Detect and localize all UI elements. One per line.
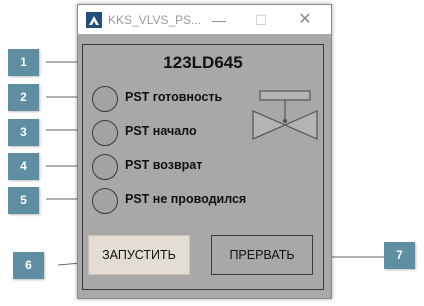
valve-panel: 123LD645 PST готовность PST начало PST в… (82, 44, 324, 290)
callout-2: 2 (8, 84, 39, 111)
callout-6: 6 (13, 252, 44, 279)
abort-button[interactable]: ПРЕРВАТЬ (211, 235, 313, 275)
status-label-return: PST возврат (125, 158, 203, 172)
window-title: KKS_VLVS_PS... (108, 13, 202, 27)
callout-5: 5 (8, 187, 39, 214)
callout-3: 3 (8, 119, 39, 146)
status-lamp-ready (92, 86, 118, 112)
device-id-label: 123LD645 (163, 53, 243, 72)
app-logo-icon (86, 12, 102, 28)
maximize-button[interactable]: ☐ (250, 10, 272, 30)
minimize-button[interactable]: — (208, 10, 230, 30)
status-label-ready: PST готовность (125, 90, 223, 104)
status-lamp-not-performed (92, 188, 118, 214)
start-button[interactable]: ЗАПУСТИТЬ (88, 235, 190, 275)
title-bar[interactable]: KKS_VLVS_PS... — ☐ ✕ (78, 5, 331, 34)
status-lamp-start (92, 120, 118, 146)
status-label-not-performed: PST не проводился (125, 192, 247, 206)
callout-7: 7 (384, 242, 415, 269)
valve-icon (252, 90, 318, 140)
status-label-start: PST начало (125, 124, 197, 138)
close-button[interactable]: ✕ (294, 10, 316, 30)
callout-1: 1 (8, 49, 39, 76)
callout-4: 4 (8, 153, 39, 180)
status-lamp-return (92, 154, 118, 180)
valve-control-window: KKS_VLVS_PS... — ☐ ✕ 123LD645 PST готовн… (77, 4, 332, 299)
